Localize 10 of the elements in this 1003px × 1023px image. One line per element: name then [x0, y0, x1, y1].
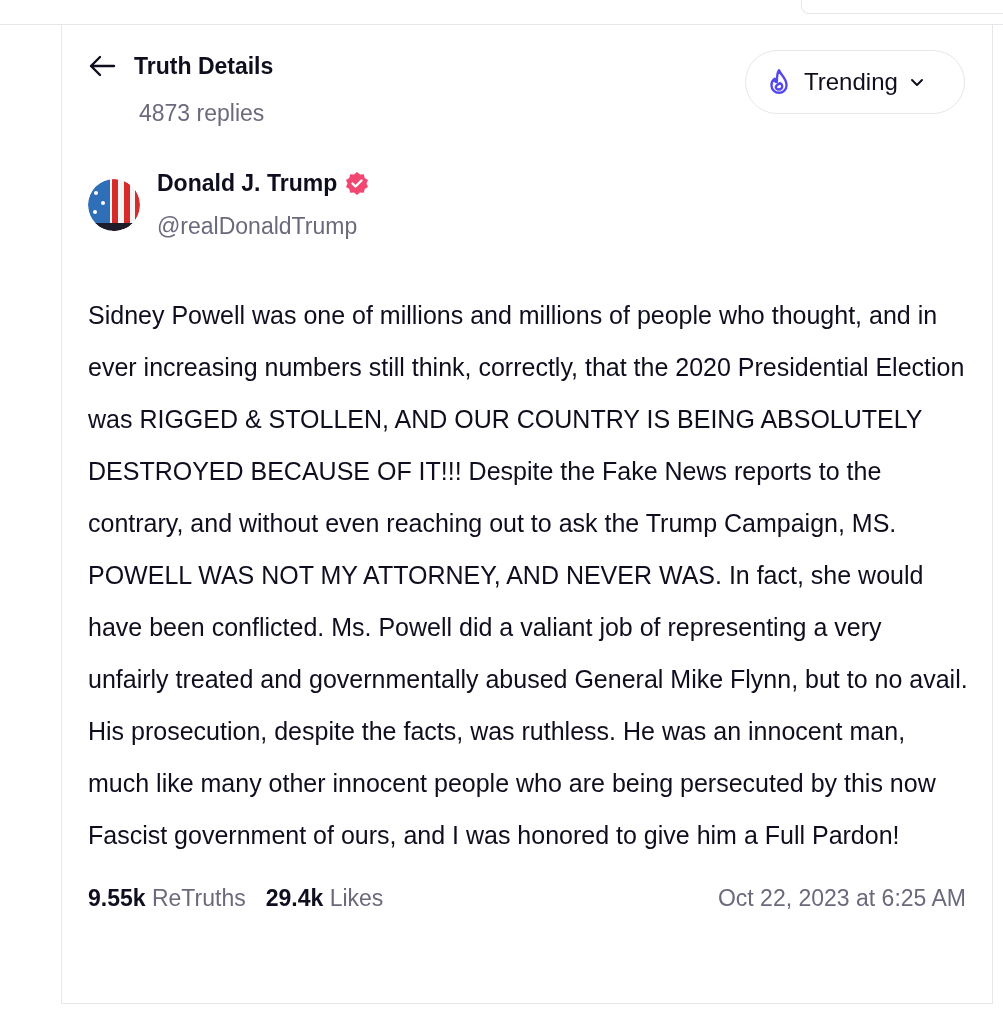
post-text: Sidney Powell was one of millions and millions of people who thought, and in ever increasing numbers still think, correctly, that the 2020 Presidential Election was RIGGED & STOLLEN, AND OUR COUNTRY IS BEING ABSOLUTELY DESTROYED BECAUSE OF IT!!! Despite the Fake News reports to the contrary, and without even reaching out to ask the Trump Campaign, MS. POWELL WAS NOT MY ATTORNEY, AND NEVER WAS. In fact, she would have been conflicted. Ms. Powell did a valiant job of representing a very unfairly treated and governmentally abused General Mike Flynn, but to no avail. His prosecution, despite the facts, was ruthless. He was an innocent man, much like many other innocent people who are being persecuted by this now Fascist government of ours, and I was honored to give him a Full Pardon!: [88, 300, 968, 851]
chevron-down-icon: [909, 77, 924, 87]
stat-count[interactable]: 29.4k Likes: [265, 881, 384, 916]
author-name[interactable]: Donald J. Trump: [157, 166, 338, 201]
back-arrow-icon[interactable]: [88, 54, 116, 79]
author-handle[interactable]: @realDonaldTrump: [157, 208, 370, 243]
page-title: Truth Details: [134, 52, 274, 81]
stat-count[interactable]: 9.55k ReTruths: [88, 881, 246, 916]
post-timestamp: Oct 22, 2023 at 6:25 AM: [717, 884, 966, 913]
reply-count: 4873 replies: [139, 98, 266, 128]
